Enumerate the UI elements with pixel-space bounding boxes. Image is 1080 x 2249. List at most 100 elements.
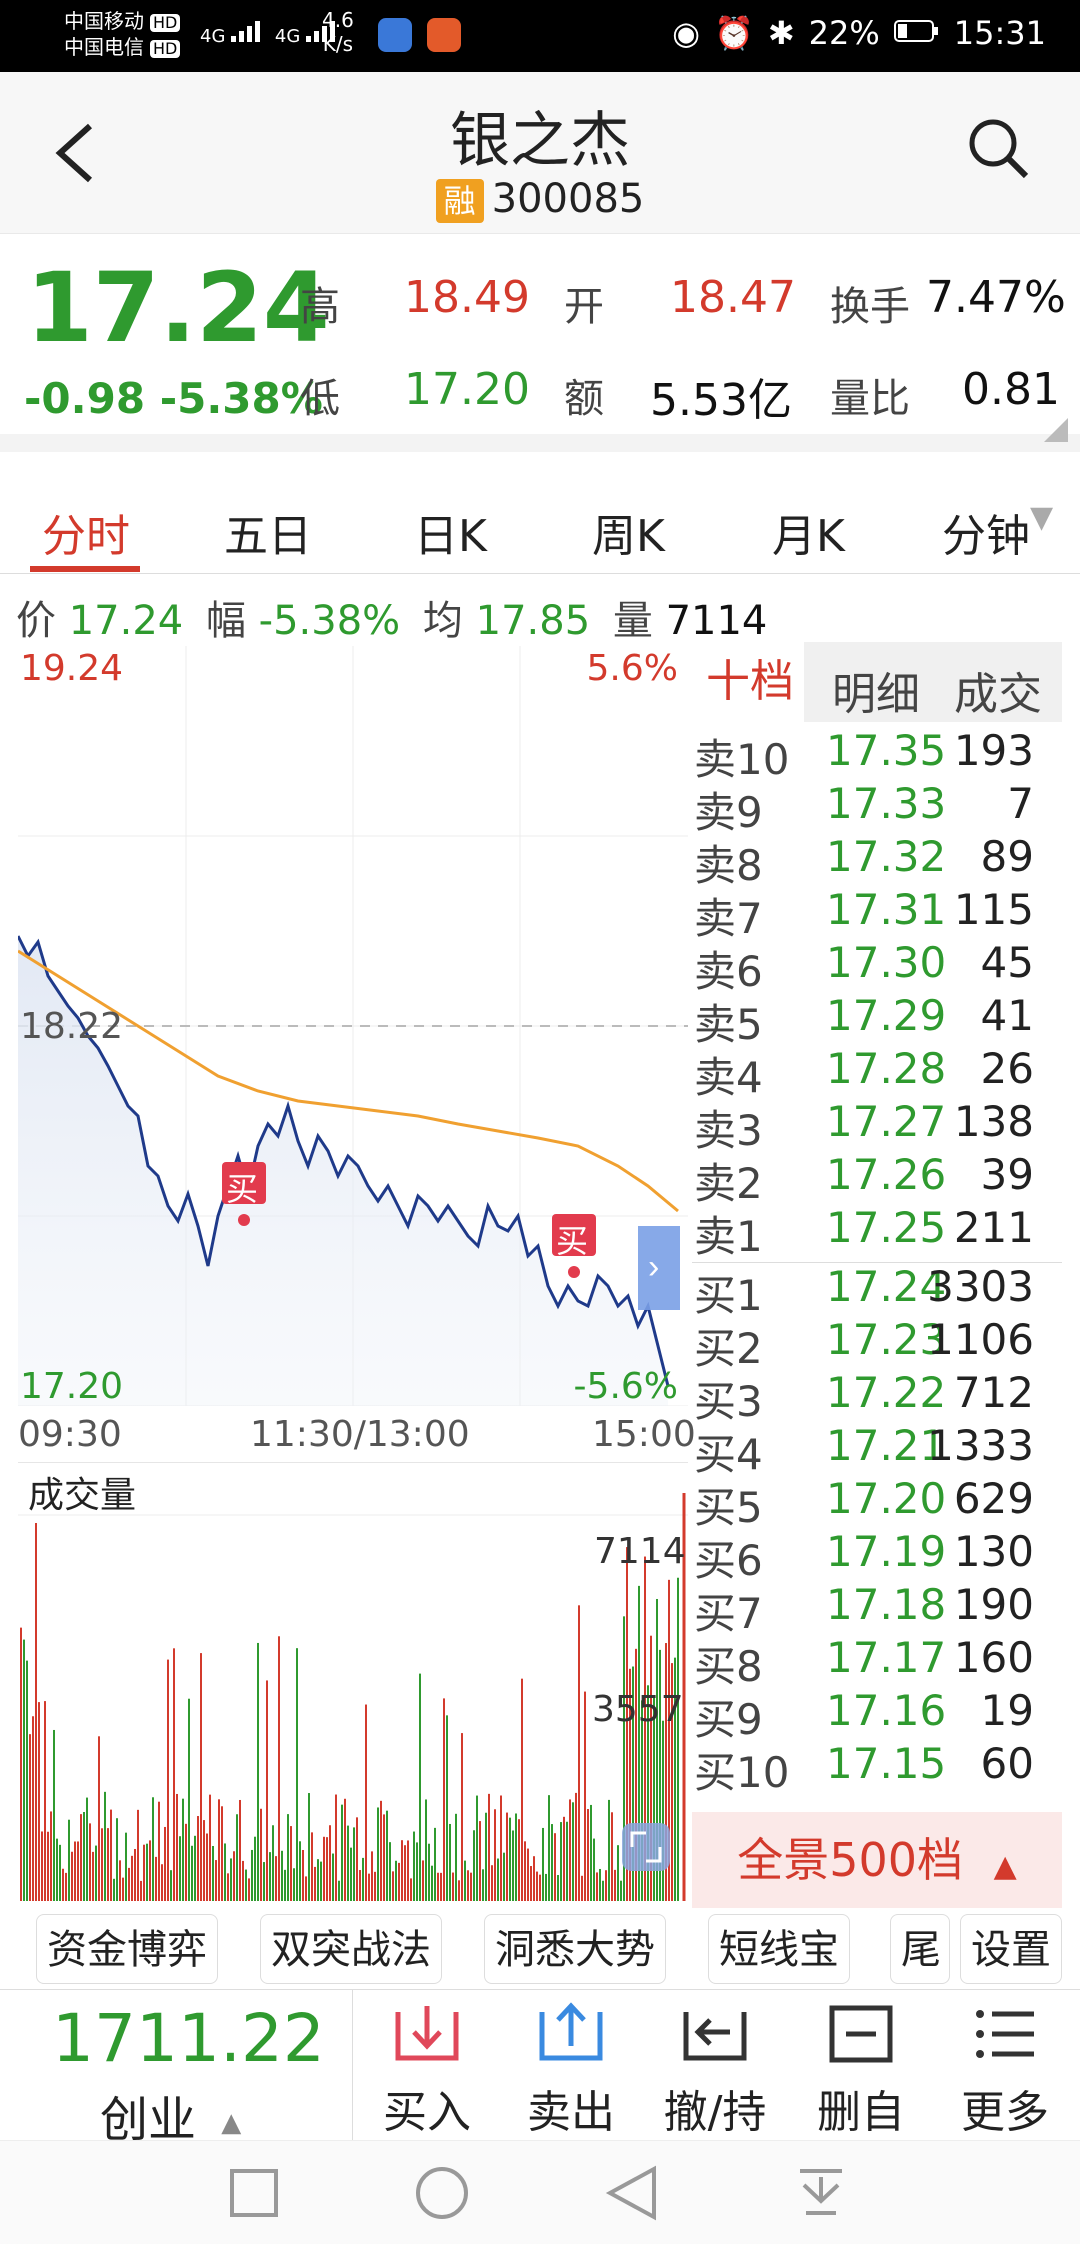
level-price: 17.28 xyxy=(826,1044,947,1093)
bid-row[interactable]: 买4 17.21 1333 xyxy=(694,1421,1034,1479)
level-label: 买8 xyxy=(694,1642,763,1691)
level-volume: 115 xyxy=(953,885,1034,934)
fullscreen-toggle[interactable] xyxy=(622,1823,670,1871)
volume-bar xyxy=(278,1636,280,1901)
caret-up-icon: ▲ xyxy=(993,1849,1017,1884)
level-price: 17.31 xyxy=(826,885,947,934)
tab-five-day[interactable]: 五日 xyxy=(224,500,312,564)
chip-short-line[interactable]: 短线宝 xyxy=(708,1914,850,1984)
volume-bar xyxy=(218,1799,220,1901)
chip-double-breakout[interactable]: 双突战法 xyxy=(260,1914,442,1984)
hd-badge: HD xyxy=(150,14,181,32)
volume-bar xyxy=(263,1862,265,1901)
tab-monthly-k[interactable]: 月K xyxy=(772,500,845,564)
level-volume: 138 xyxy=(953,1097,1034,1146)
expand-corner-icon[interactable] xyxy=(1044,418,1068,446)
ask-row[interactable]: 卖9 17.33 7 xyxy=(694,779,1034,837)
volume-bar xyxy=(293,1868,295,1901)
bid-row[interactable]: 买7 17.18 190 xyxy=(694,1580,1034,1638)
notification-pull-icon[interactable] xyxy=(800,2169,842,2215)
panorama-500-button[interactable]: 全景500档 ▲ xyxy=(692,1812,1062,1908)
volume-bar xyxy=(608,1799,610,1901)
volume-bar xyxy=(455,1813,457,1901)
feature-chips: 资金博弈 双突战法 洞悉大势 短线宝 尾 设置 xyxy=(0,1910,1080,1990)
current-price: 17.24 xyxy=(26,252,330,364)
ask-row[interactable]: 卖7 17.31 115 xyxy=(694,885,1034,943)
volume-bar xyxy=(437,1872,439,1901)
ask-row[interactable]: 卖1 17.25 211 xyxy=(694,1203,1034,1261)
volume-bar xyxy=(185,1823,187,1901)
level-label: 卖6 xyxy=(694,947,763,996)
volume-bar xyxy=(287,1814,289,1901)
search-icon xyxy=(969,119,1029,179)
recent-apps-icon[interactable] xyxy=(230,2169,278,2217)
ask-row[interactable]: 卖6 17.30 45 xyxy=(694,938,1034,996)
bid-row[interactable]: 买10 17.15 60 xyxy=(694,1739,1034,1797)
ask-row[interactable]: 卖10 17.35 193 xyxy=(694,726,1034,784)
chip-market-trend[interactable]: 洞悉大势 xyxy=(484,1914,666,1984)
level-volume: 45 xyxy=(980,938,1034,987)
sell-button[interactable]: 卖出 xyxy=(506,2002,636,2140)
volume-bar xyxy=(476,1795,478,1901)
volume-bar xyxy=(302,1849,304,1901)
level-price: 17.33 xyxy=(826,779,947,828)
settings-button[interactable]: 设置 xyxy=(960,1914,1062,1984)
ask-row[interactable]: 卖5 17.29 41 xyxy=(694,991,1034,1049)
volume-bar xyxy=(407,1840,409,1901)
bid-row[interactable]: 买1 17.24 3303 xyxy=(694,1262,1034,1320)
volume-chart[interactable]: 7114 3557 xyxy=(18,1462,688,1901)
tab-ten-levels[interactable]: 十档 xyxy=(692,642,804,722)
level-volume: 60 xyxy=(980,1739,1034,1788)
tab-weekly-k[interactable]: 周K xyxy=(592,500,665,564)
home-icon[interactable] xyxy=(416,2167,468,2219)
tab-intraday[interactable]: 分时 xyxy=(42,500,130,564)
ask-row[interactable]: 卖8 17.32 89 xyxy=(694,832,1034,890)
buy-button[interactable]: 买入 xyxy=(362,2002,492,2140)
level-price: 17.30 xyxy=(826,938,947,987)
volume-bar xyxy=(257,1642,259,1901)
volume-bar xyxy=(308,1793,310,1901)
volume-bar xyxy=(227,1873,229,1901)
volume-bar xyxy=(350,1847,352,1901)
ask-row[interactable]: 卖3 17.27 138 xyxy=(694,1097,1034,1155)
level-label: 卖2 xyxy=(694,1159,763,1208)
ask-row[interactable]: 卖2 17.26 39 xyxy=(694,1150,1034,1208)
volume-bar xyxy=(413,1831,415,1901)
bid-row[interactable]: 买5 17.20 629 xyxy=(694,1474,1034,1532)
bid-row[interactable]: 买3 17.22 712 xyxy=(694,1368,1034,1426)
level-label: 买2 xyxy=(694,1324,763,1373)
stock-code-row: 融 300085 xyxy=(0,176,1080,223)
volume-bar xyxy=(401,1840,403,1901)
volume-bar xyxy=(182,1798,184,1901)
volume-bar xyxy=(371,1851,373,1901)
intraday-chart[interactable]: › 19.24 5.6% 18.22 17.20 -5.6% 买 买 xyxy=(16,646,688,1407)
amount-value: 5.53亿 xyxy=(650,375,792,426)
tab-minute[interactable]: 分钟▼ xyxy=(942,500,1053,564)
high-value: 18.49 xyxy=(404,272,530,323)
volume-bar xyxy=(284,1869,286,1901)
chip-tail[interactable]: 尾 xyxy=(890,1914,950,1984)
chip-capital-game[interactable]: 资金博弈 xyxy=(36,1914,218,1984)
chart-expand-tab[interactable]: › xyxy=(638,1226,680,1310)
more-button[interactable]: 更多 xyxy=(940,2002,1070,2140)
tab-detail[interactable]: 明细 xyxy=(832,658,920,722)
buy-marker-label: 买 xyxy=(226,1170,259,1208)
volume-bar xyxy=(206,1833,208,1901)
bid-row[interactable]: 买6 17.19 130 xyxy=(694,1527,1034,1585)
volratio-label: 量比 xyxy=(830,376,910,422)
bid-row[interactable]: 买2 17.23 1106 xyxy=(694,1315,1034,1373)
ask-row[interactable]: 卖4 17.28 26 xyxy=(694,1044,1034,1102)
volume-bar xyxy=(581,1875,583,1901)
level-label: 买4 xyxy=(694,1430,763,1479)
search-button[interactable] xyxy=(966,116,1030,180)
cancel-hold-button[interactable]: 撤/持 xyxy=(650,2002,780,2140)
tab-trades[interactable]: 成交 xyxy=(954,658,1042,722)
bid-row[interactable]: 买9 17.16 19 xyxy=(694,1686,1034,1744)
index-value[interactable]: 1711.22 xyxy=(52,2000,325,2077)
back-nav-icon[interactable] xyxy=(605,2165,656,2221)
bid-row[interactable]: 买8 17.17 160 xyxy=(694,1633,1034,1691)
bottom-toolbar: 1711.22 创业 ▲ 买入 卖出 撤/持 删自选 xyxy=(0,1990,1080,2202)
volume-bar xyxy=(524,1841,526,1901)
tab-daily-k[interactable]: 日K xyxy=(414,500,487,564)
volume-bar xyxy=(662,1720,664,1901)
